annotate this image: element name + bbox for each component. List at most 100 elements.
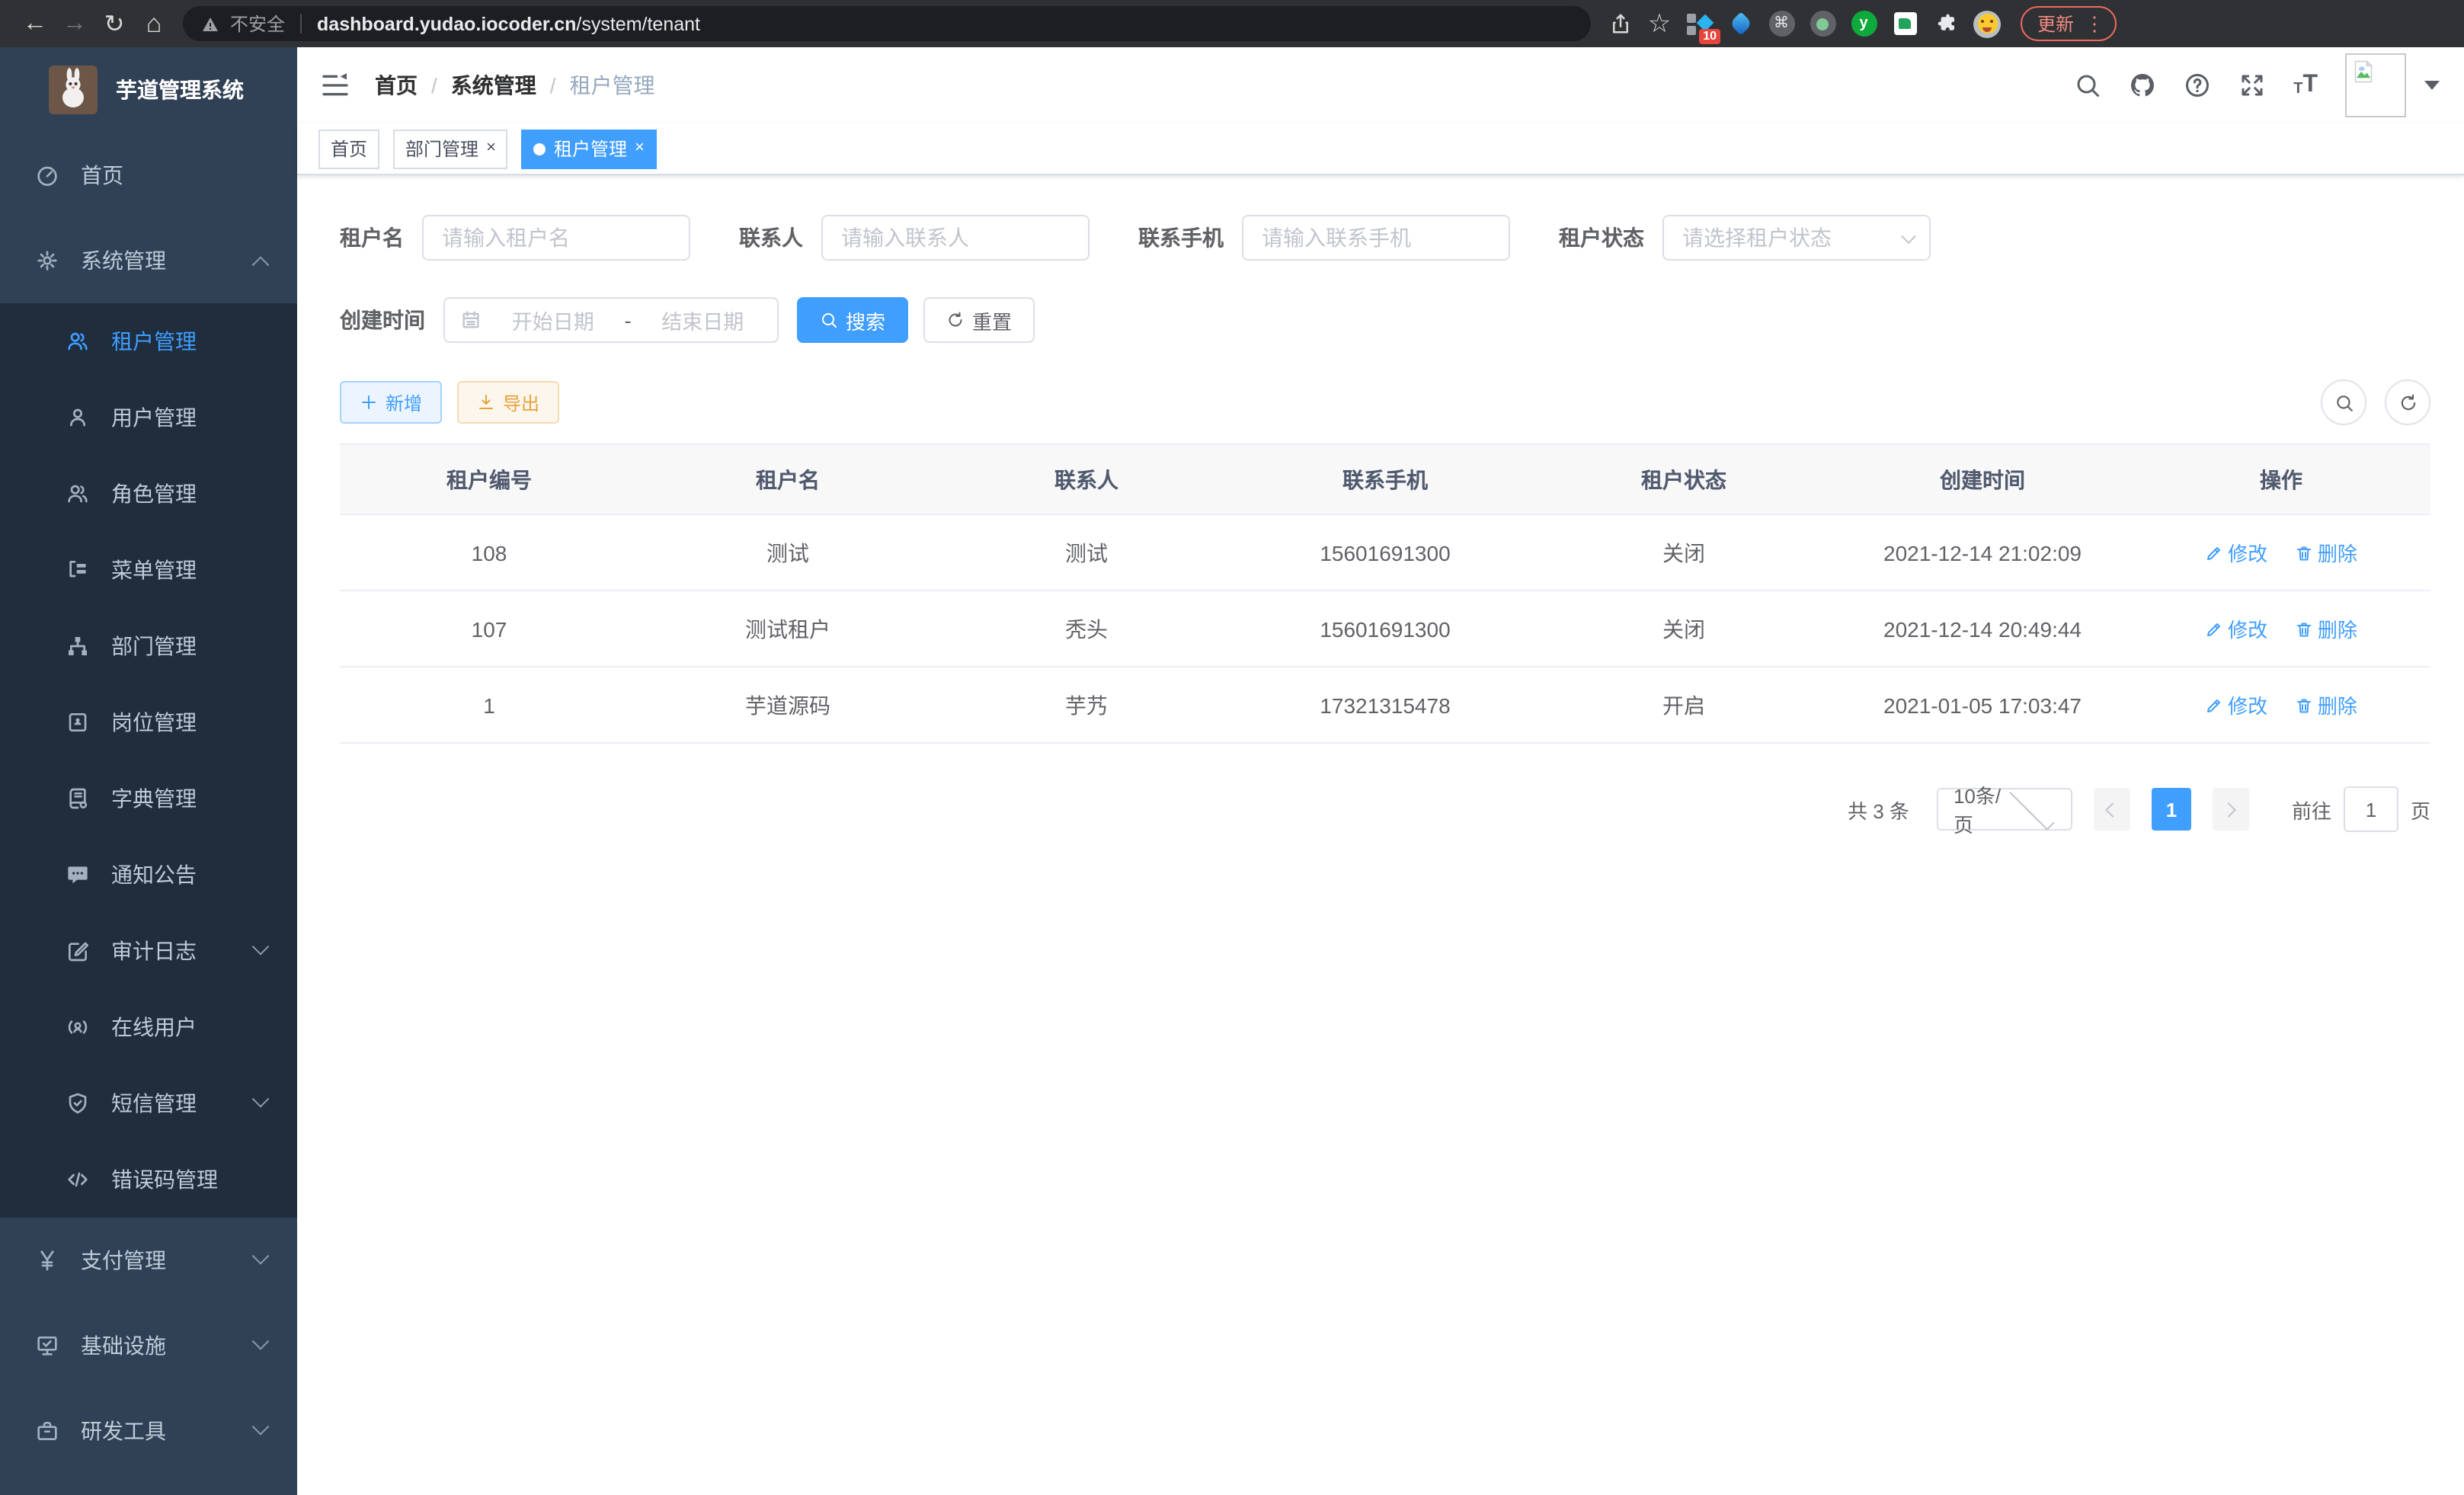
sidebar-item-system[interactable]: 系统管理 [0, 218, 297, 303]
search-button[interactable]: 搜索 [797, 297, 908, 343]
extensions-puzzle-icon[interactable] [1932, 10, 1960, 37]
extension-green-dot-icon[interactable] [1809, 10, 1836, 37]
reset-button[interactable]: 重置 [923, 297, 1035, 343]
trash-icon [2295, 696, 2313, 714]
sidebar-item-audit-log[interactable]: 审计日志 [0, 913, 297, 989]
chevron-down-icon [252, 1247, 270, 1265]
sidebar-item-tenant[interactable]: 租户管理 [0, 303, 297, 379]
tenant-users-icon [66, 329, 90, 354]
status-select[interactable]: 请选择租户状态 [1662, 215, 1931, 261]
edit-button[interactable]: 修改 [2205, 614, 2267, 643]
sidebar-item-dept[interactable]: 部门管理 [0, 608, 297, 684]
status-text: 关闭 [1534, 591, 1833, 667]
sidebar-item-sms[interactable]: 短信管理 [0, 1065, 297, 1141]
font-size-icon[interactable]: TT [2293, 73, 2318, 98]
url-text: dashboard.yudao.iocoder.cn/system/tenant [317, 13, 700, 34]
edit-button[interactable]: 修改 [2205, 538, 2267, 567]
not-secure-warning-icon [201, 14, 219, 33]
page-number-1[interactable]: 1 [2152, 788, 2191, 831]
prev-page-button[interactable] [2094, 788, 2130, 831]
sidebar-item-post[interactable]: 岗位管理 [0, 684, 297, 760]
tab-home[interactable]: 首页 [318, 129, 379, 168]
pagination-total: 共 3 条 [1848, 795, 1909, 824]
tenant-name-input[interactable] [422, 215, 690, 261]
browser-back-icon[interactable] [15, 4, 55, 43]
refresh-table-button[interactable] [2385, 379, 2430, 425]
tenant-table: 租户编号 租户名 联系人 联系手机 租户状态 创建时间 操作 108 测试 [340, 443, 2430, 744]
address-bar[interactable]: 不安全 dashboard.yudao.iocoder.cn/system/te… [183, 6, 1591, 41]
extension-balloon-icon[interactable] [1726, 10, 1754, 37]
delete-button[interactable]: 删除 [2295, 690, 2357, 719]
next-page-button[interactable] [2213, 788, 2249, 831]
github-icon[interactable] [2129, 72, 2156, 99]
calendar-icon [460, 309, 482, 331]
delete-button[interactable]: 删除 [2295, 538, 2357, 567]
pen-icon [2205, 696, 2223, 714]
page-size-select[interactable]: 10条/页 [1937, 788, 2072, 831]
sidebar-item-payment[interactable]: 支付管理 [0, 1218, 297, 1303]
filter-create-time: 创建时间 开始日期 - 结束日期 [340, 297, 779, 343]
tab-tenant[interactable]: 租户管理 [522, 129, 657, 168]
post-card-icon [66, 710, 90, 735]
filter-tenant-name: 租户名 [340, 215, 690, 261]
extension-badge: 10 [1699, 28, 1720, 43]
extension-chat-icon[interactable] [1891, 10, 1918, 37]
sidebar-item-infrastructure[interactable]: 基础设施 [0, 1303, 297, 1388]
col-status: 租户状态 [1534, 444, 1833, 514]
browser-menu-icon[interactable] [2085, 11, 2104, 36]
extension-boards-icon[interactable]: 10 [1685, 10, 1713, 37]
date-range-picker[interactable]: 开始日期 - 结束日期 [443, 297, 779, 343]
chevron-down-icon [252, 1090, 270, 1108]
date-start-placeholder: 开始日期 [494, 305, 613, 335]
sidebar-item-home[interactable]: 首页 [0, 133, 297, 218]
sidebar-item-role[interactable]: 角色管理 [0, 456, 297, 532]
avatar[interactable] [2345, 53, 2406, 117]
role-users-icon [66, 482, 90, 506]
add-button[interactable]: 新增 [340, 381, 442, 424]
sidebar-item-online-user[interactable]: 在线用户 [0, 989, 297, 1065]
contact-input[interactable] [821, 215, 1090, 261]
extension-y-icon[interactable]: y [1850, 10, 1877, 37]
pen-icon [2205, 543, 2223, 562]
sidebar-item-menu[interactable]: 菜单管理 [0, 532, 297, 608]
browser-update-button[interactable]: 更新 [2021, 6, 2117, 41]
browser-home-icon[interactable] [134, 4, 174, 43]
table-toolbar: 新增 导出 [340, 379, 2430, 425]
pagination: 共 3 条 10条/页 1 前往 页 [340, 786, 2430, 832]
main-area: 首页 / 系统管理 / 租户管理 TT [297, 47, 2464, 1495]
extension-command-icon[interactable] [1768, 10, 1795, 37]
breadcrumb-system[interactable]: 系统管理 [451, 70, 536, 101]
close-icon[interactable] [486, 140, 496, 157]
caret-down-icon[interactable] [2424, 81, 2440, 90]
close-icon[interactable] [635, 140, 645, 157]
export-button[interactable]: 导出 [457, 381, 559, 424]
search-icon[interactable] [2074, 72, 2101, 99]
sidebar-menu: 首页 系统管理 租户管理 用户管理 [0, 133, 297, 1474]
sidebar-item-user[interactable]: 用户管理 [0, 379, 297, 456]
date-end-placeholder: 结束日期 [644, 305, 763, 335]
tab-dept[interactable]: 部门管理 [393, 129, 508, 168]
sidebar-item-dev-tools[interactable]: 研发工具 [0, 1388, 297, 1474]
browser-forward-icon[interactable] [55, 4, 94, 43]
sidebar-item-dict[interactable]: 字典管理 [0, 760, 297, 837]
infrastructure-monitor-icon [35, 1333, 59, 1358]
sidebar-item-notice[interactable]: 通知公告 [0, 837, 297, 913]
edit-button[interactable]: 修改 [2205, 690, 2267, 719]
fullscreen-icon[interactable] [2238, 72, 2266, 99]
share-icon[interactable] [1600, 4, 1640, 43]
col-tenant-id: 租户编号 [340, 444, 638, 514]
tags-view-bar: 首页 部门管理 租户管理 [297, 123, 2464, 175]
breadcrumb-home[interactable]: 首页 [375, 70, 418, 101]
show-search-toggle-button[interactable] [2321, 379, 2366, 425]
browser-reload-icon[interactable] [94, 4, 134, 43]
browser-profile-avatar[interactable] [1973, 10, 2001, 37]
user-icon [66, 405, 90, 430]
app-logo-row[interactable]: 芋道管理系统 [0, 47, 297, 133]
mobile-input[interactable] [1242, 215, 1510, 261]
sidebar-item-error-code[interactable]: 错误码管理 [0, 1141, 297, 1218]
sidebar-toggle-icon[interactable] [320, 70, 350, 101]
bookmark-star-icon[interactable]: ☆ [1640, 4, 1679, 43]
goto-page-input[interactable] [2344, 786, 2398, 832]
delete-button[interactable]: 删除 [2295, 614, 2357, 643]
help-icon[interactable] [2184, 72, 2211, 99]
